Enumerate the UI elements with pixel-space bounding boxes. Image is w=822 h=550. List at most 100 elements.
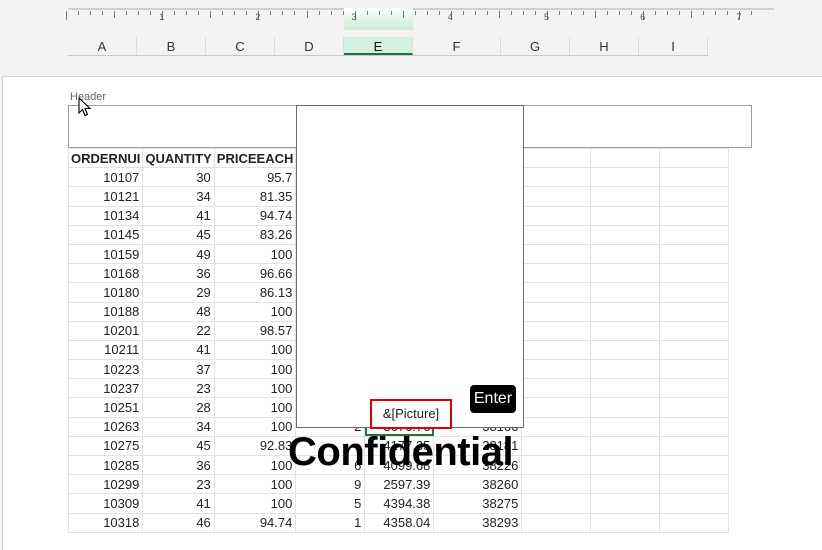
cell[interactable]	[659, 205, 730, 226]
cell[interactable]	[659, 282, 730, 303]
cell[interactable]	[521, 186, 592, 207]
cell[interactable]	[659, 301, 730, 322]
cell[interactable]: 96.66	[213, 263, 297, 284]
cell[interactable]: 94.74	[213, 205, 297, 226]
column-title[interactable]: ORDERNUI	[67, 147, 144, 169]
cell[interactable]: 38275	[433, 493, 523, 514]
cell[interactable]	[521, 416, 592, 437]
column-title[interactable]: PRICEEACH	[213, 147, 297, 169]
cell[interactable]	[521, 263, 592, 284]
cell[interactable]: 10168	[67, 263, 144, 284]
column-header-h[interactable]: H	[570, 37, 639, 55]
column-header-e[interactable]: E	[344, 37, 413, 55]
column-header-f[interactable]: F	[413, 37, 501, 55]
cell[interactable]	[590, 416, 661, 437]
cell[interactable]	[521, 359, 592, 380]
cell[interactable]: 36	[142, 454, 215, 476]
cell[interactable]	[590, 397, 661, 418]
cell[interactable]: 100	[213, 243, 297, 265]
cell[interactable]: 10251	[67, 397, 144, 418]
cell[interactable]: 100	[213, 416, 297, 437]
cell[interactable]: 95.7	[213, 167, 297, 188]
column-title[interactable]: QUANTITY	[142, 147, 215, 169]
cell[interactable]: 45	[142, 435, 215, 457]
cell[interactable]: 98.57	[213, 320, 297, 341]
cell[interactable]: 45	[142, 224, 215, 245]
cell[interactable]: 10237	[67, 378, 144, 399]
cell[interactable]	[659, 493, 730, 514]
cell[interactable]	[521, 397, 592, 418]
cell[interactable]: 46	[142, 512, 215, 533]
cell[interactable]: 100	[213, 359, 297, 380]
cell[interactable]: 37	[142, 359, 215, 380]
cell[interactable]: 1	[295, 512, 366, 533]
cell[interactable]: 83.26	[213, 224, 297, 245]
cell[interactable]: 34	[142, 416, 215, 437]
column-header-c[interactable]: C	[206, 37, 275, 55]
cell[interactable]	[590, 301, 661, 322]
cell[interactable]: 9	[295, 474, 366, 495]
cell[interactable]: 28	[142, 397, 215, 418]
cell[interactable]	[521, 205, 592, 226]
cell[interactable]	[521, 167, 592, 188]
cell[interactable]	[521, 282, 592, 303]
cell[interactable]: 10188	[67, 301, 144, 322]
cell[interactable]	[590, 263, 661, 284]
cell[interactable]: 30	[142, 167, 215, 188]
cell[interactable]: 38293	[433, 512, 523, 533]
cell[interactable]	[659, 397, 730, 418]
cell[interactable]: 48	[142, 301, 215, 322]
cell[interactable]	[659, 435, 730, 457]
cell[interactable]: 100	[213, 493, 297, 514]
cell[interactable]: 100	[213, 339, 297, 361]
cell[interactable]	[659, 320, 730, 341]
cell[interactable]	[590, 243, 661, 265]
cell[interactable]: 10309	[67, 493, 144, 514]
cell[interactable]	[590, 454, 661, 476]
column-header-a[interactable]: A	[68, 37, 137, 55]
cell[interactable]	[659, 378, 730, 399]
cell[interactable]	[590, 435, 661, 457]
column-header-g[interactable]: G	[501, 37, 570, 55]
cell[interactable]: 10180	[67, 282, 144, 303]
cell[interactable]	[590, 205, 661, 226]
cell[interactable]: 38260	[433, 474, 523, 495]
cell[interactable]: 41	[142, 205, 215, 226]
cell[interactable]	[659, 186, 730, 207]
enter-button[interactable]: Enter	[470, 385, 516, 413]
cell[interactable]	[659, 454, 730, 476]
cell[interactable]	[521, 493, 592, 514]
column-header-d[interactable]: D	[275, 37, 344, 55]
cell[interactable]: 10263	[67, 416, 144, 437]
cell[interactable]: 23	[142, 378, 215, 399]
picture-code-field[interactable]: &[Picture]	[370, 399, 452, 429]
cell[interactable]: 10159	[67, 243, 144, 265]
cell[interactable]: 100	[213, 454, 297, 476]
cell[interactable]	[521, 474, 592, 495]
column-header-i[interactable]: I	[639, 37, 708, 55]
cell[interactable]	[590, 282, 661, 303]
cell[interactable]	[659, 474, 730, 495]
cell[interactable]: 29	[142, 282, 215, 303]
cell[interactable]: 100	[213, 397, 297, 418]
cell[interactable]	[659, 224, 730, 245]
cell[interactable]	[659, 512, 730, 533]
cell[interactable]: 94.74	[213, 512, 297, 533]
cell[interactable]	[521, 435, 592, 457]
cell[interactable]	[659, 243, 730, 265]
cell[interactable]: 2597.39	[364, 474, 435, 495]
cell[interactable]	[590, 493, 661, 514]
cell[interactable]	[521, 320, 592, 341]
cell[interactable]: 100	[213, 378, 297, 399]
cell[interactable]	[521, 512, 592, 533]
cell[interactable]	[659, 263, 730, 284]
cell[interactable]	[590, 512, 661, 533]
cell[interactable]: 100	[213, 474, 297, 495]
cell[interactable]	[521, 301, 592, 322]
cell[interactable]	[659, 339, 730, 361]
cell[interactable]: 10275	[67, 435, 144, 457]
cell[interactable]: 10145	[67, 224, 144, 245]
cell[interactable]: 41	[142, 493, 215, 514]
cell[interactable]	[590, 359, 661, 380]
cell[interactable]: 10201	[67, 320, 144, 341]
